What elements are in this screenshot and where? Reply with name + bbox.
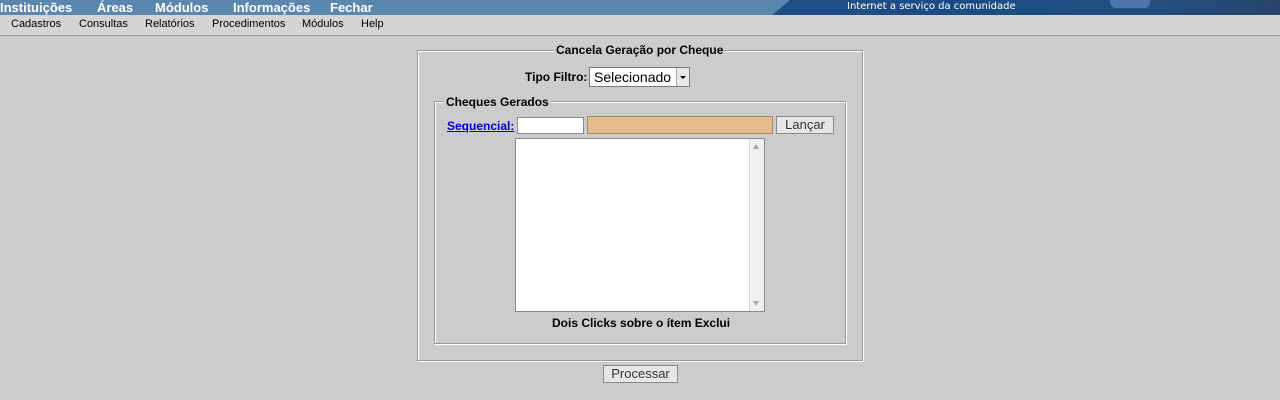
- menu-bar: Cadastros Consultas Relatórios Procedime…: [0, 15, 1280, 36]
- cheques-listbox[interactable]: [515, 138, 765, 312]
- menu-relatorios[interactable]: Relatórios: [145, 18, 195, 31]
- top-menu-instituicoes[interactable]: Instituições: [0, 0, 72, 15]
- top-banner: Instituições Áreas Módulos Informações F…: [0, 0, 1280, 15]
- top-menu-fechar[interactable]: Fechar: [330, 0, 373, 15]
- form-title: Cancela Geração por Cheque: [554, 43, 726, 57]
- sequencial-input[interactable]: [517, 117, 584, 134]
- top-menu-modulos[interactable]: Módulos: [155, 0, 208, 15]
- filter-select[interactable]: Selecionado: [589, 67, 690, 87]
- top-menu-areas[interactable]: Áreas: [97, 0, 133, 15]
- menu-cadastros[interactable]: Cadastros: [11, 18, 61, 31]
- filter-select-value: Selecionado: [594, 69, 672, 85]
- brand-logo-icon: [1110, 0, 1150, 8]
- cheque-description-field[interactable]: [587, 116, 773, 134]
- menu-consultas[interactable]: Consultas: [79, 18, 128, 31]
- launch-button[interactable]: Lançar: [776, 116, 834, 134]
- filter-label: Tipo Filtro:: [525, 70, 588, 84]
- menu-help[interactable]: Help: [361, 18, 384, 31]
- menu-procedimentos[interactable]: Procedimentos: [212, 18, 285, 31]
- chevron-down-icon[interactable]: [676, 68, 689, 86]
- brand-banner: Internet a serviço da comunidade: [772, 0, 1280, 15]
- list-hint: Dois Clicks sobre o ítem Exclui: [552, 316, 731, 330]
- process-button[interactable]: Processar: [603, 365, 678, 383]
- brand-tagline: Internet a serviço da comunidade: [847, 1, 1016, 12]
- sequencial-link[interactable]: Sequencial:: [447, 119, 514, 133]
- scroll-up-arrow-icon[interactable]: [753, 144, 759, 149]
- top-menu-informacoes[interactable]: Informações: [233, 0, 310, 15]
- menu-modulos[interactable]: Módulos: [302, 18, 344, 31]
- scroll-down-arrow-icon[interactable]: [753, 301, 759, 306]
- cheques-group-title: Cheques Gerados: [444, 95, 551, 109]
- listbox-scrollbar[interactable]: [749, 139, 764, 311]
